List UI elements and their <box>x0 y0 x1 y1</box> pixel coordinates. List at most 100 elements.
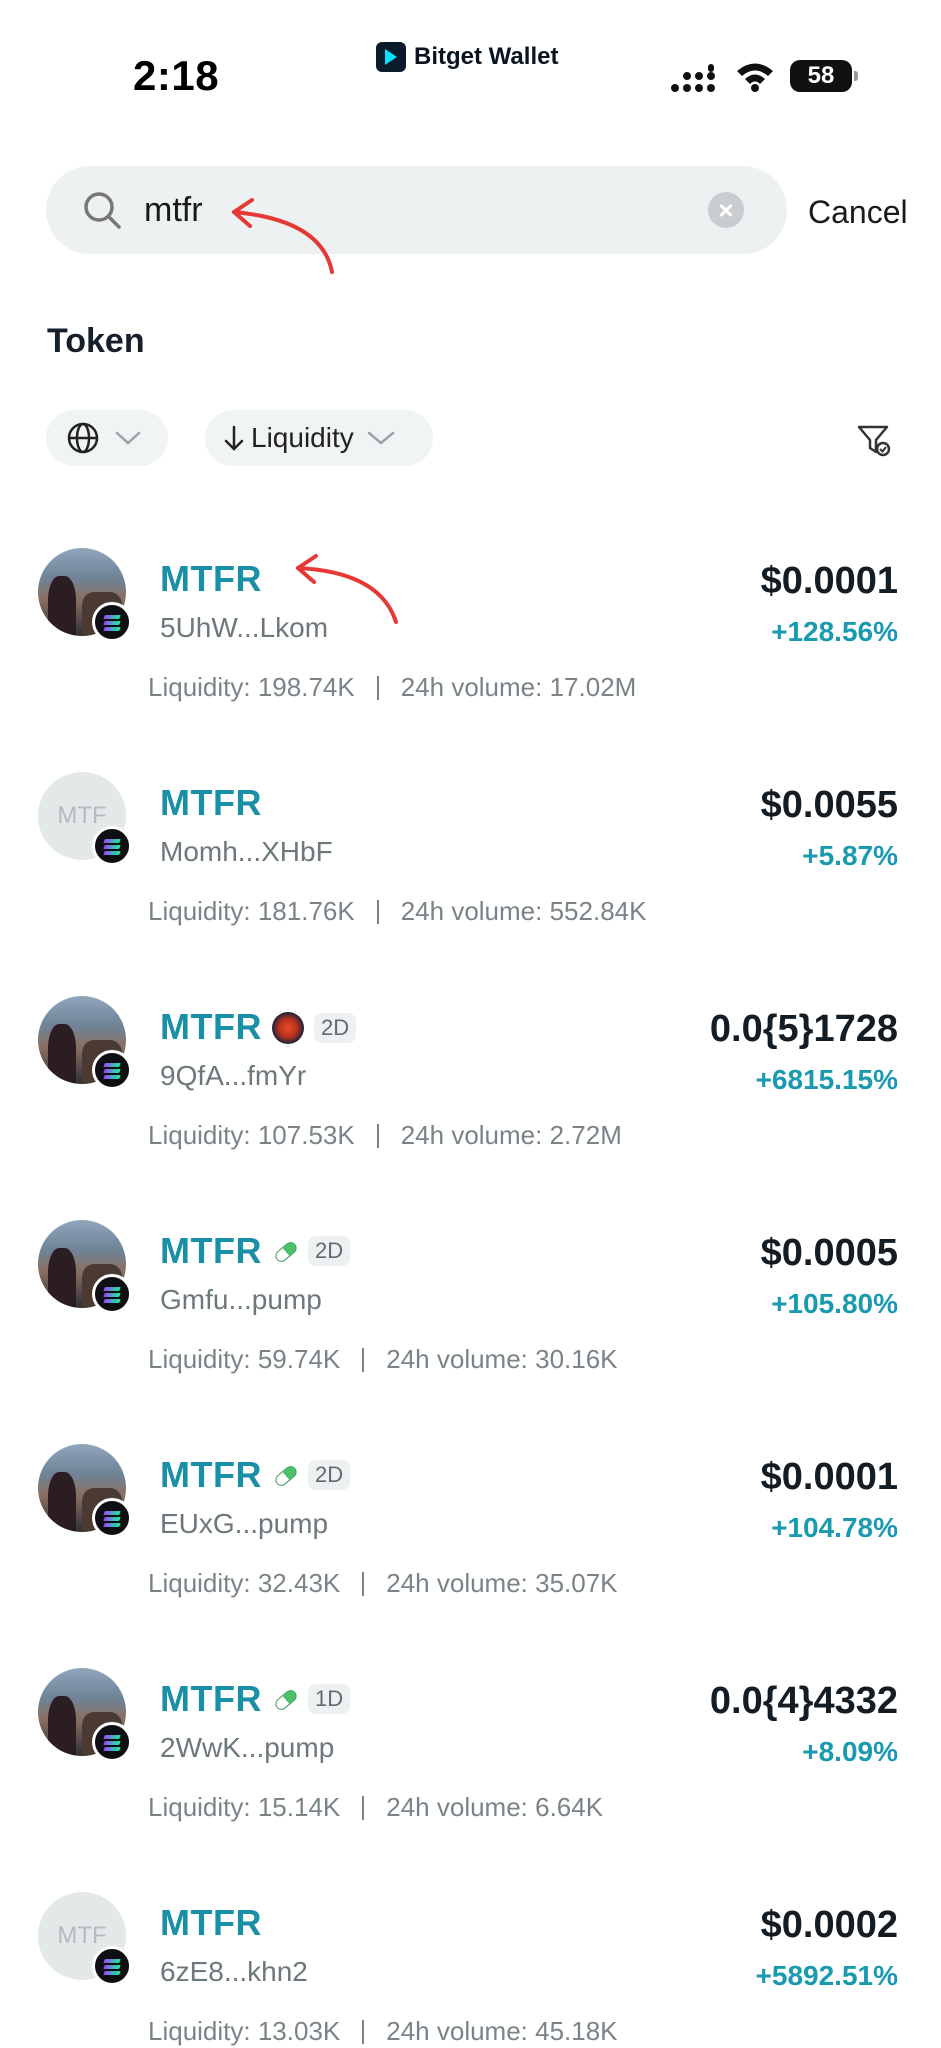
pill-icon <box>272 1462 298 1488</box>
token-volume: 24h volume: 6.64K <box>386 1792 604 1822</box>
token-address: 5UhW...Lkom <box>160 612 329 643</box>
sort-label: Liquidity <box>251 422 354 453</box>
token-age-badge: 2D <box>308 1460 351 1490</box>
token-tags: 1D <box>272 1684 351 1714</box>
token-change: +5892.51% <box>755 1960 898 1991</box>
token-symbol: MTFR <box>160 1230 262 1271</box>
brand-name: Bitget Wallet <box>414 43 559 70</box>
token-address: Gmfu...pump <box>160 1284 322 1315</box>
clear-search-icon[interactable] <box>708 192 744 228</box>
token-volume: 24h volume: 30.16K <box>386 1344 618 1374</box>
token-change: +5.87% <box>802 840 898 871</box>
sort-filter-dropdown[interactable]: Liquidity <box>205 410 433 466</box>
solana-chain-icon <box>92 826 132 866</box>
token-address: 6zE8...khn2 <box>160 1956 308 1987</box>
network-filter-dropdown[interactable] <box>46 410 168 466</box>
token-volume: 24h volume: 45.18K <box>386 2016 618 2046</box>
token-change: +128.56% <box>771 616 898 647</box>
search-input[interactable]: mtfr <box>144 186 203 234</box>
divider <box>362 1571 365 1596</box>
token-symbol: MTFR <box>160 558 262 599</box>
token-price: 0.0{5}1728 <box>709 1008 898 1050</box>
token-price: 0.0{4}4332 <box>709 1680 898 1722</box>
token-change: +8.09% <box>802 1736 898 1767</box>
token-row[interactable]: MTFR 2D EUxG...pump $0.0001 +104.78% Liquidit… <box>0 1416 941 1640</box>
token-row[interactable]: MTFR 5UhW...Lkom $0.0001 +128.56% Liquidity:… <box>0 520 941 744</box>
token-volume: 24h volume: 35.07K <box>386 1568 618 1598</box>
token-row[interactable]: MTFR 1D 2WwK...pump 0.0{4}4332 +8.09% Liquidi… <box>0 1640 941 1864</box>
token-change: +6815.15% <box>755 1064 898 1095</box>
search-bar[interactable]: mtfr <box>46 166 787 254</box>
solana-chain-icon <box>92 1498 132 1538</box>
chevron-down-icon <box>115 431 141 445</box>
status-time: 2:18 <box>133 52 220 99</box>
token-volume: 24h volume: 17.02M <box>400 672 637 702</box>
search-icon <box>84 192 121 229</box>
solana-chain-icon <box>92 1050 132 1090</box>
divider <box>376 899 379 924</box>
token-meta: Liquidity: 13.03K 24h volume: 45.18K <box>148 2016 618 2047</box>
globe-icon <box>67 422 99 454</box>
token-liquidity: Liquidity: 15.14K <box>148 1792 341 1822</box>
token-meta: Liquidity: 198.74K 24h volume: 17.02M <box>148 672 636 703</box>
token-meta: Liquidity: 107.53K 24h volume: 2.72M <box>148 1120 622 1151</box>
token-price: $0.0005 <box>760 1232 898 1274</box>
token-row[interactable]: MTF MTFR 6zE8...khn2 $0.0002 +5892.51% Liquid… <box>0 1864 941 2048</box>
token-age-badge: 2D <box>308 1236 351 1266</box>
token-liquidity: Liquidity: 181.76K <box>148 896 355 926</box>
token-address: Momh...XHbF <box>160 836 333 867</box>
arrow-down-icon <box>224 425 244 451</box>
token-address: EUxG...pump <box>160 1508 329 1539</box>
token-price: $0.0001 <box>760 560 898 602</box>
token-liquidity: Liquidity: 107.53K <box>148 1120 355 1150</box>
token-price: $0.0002 <box>760 1904 898 1946</box>
divider <box>362 1347 365 1372</box>
token-liquidity: Liquidity: 198.74K <box>148 672 355 702</box>
battery-indicator: 58 <box>790 60 858 92</box>
token-change: +104.78% <box>771 1512 898 1543</box>
token-tags: 2D <box>272 1236 351 1266</box>
cellular-signal-icon <box>671 64 715 92</box>
token-age-badge: 2D <box>314 1013 357 1043</box>
token-meta: Liquidity: 181.76K 24h volume: 552.84K <box>148 896 646 927</box>
divider <box>362 1795 365 1820</box>
token-age-badge: 1D <box>308 1684 351 1714</box>
bitget-logo-icon <box>376 42 406 72</box>
token-volume: 24h volume: 2.72M <box>400 1120 622 1150</box>
token-address: 2WwK...pump <box>160 1732 335 1763</box>
pill-icon <box>272 1686 298 1712</box>
token-row[interactable]: MTFR 2D 9QfA...fmYr 0.0{5}1728 +6815.15% Liqu… <box>0 968 941 1192</box>
token-symbol: MTFR <box>160 1454 262 1495</box>
token-symbol: MTFR <box>160 782 262 823</box>
token-row[interactable]: MTF MTFR Momh...XHbF $0.0055 +5.87% Liquidity… <box>0 744 941 968</box>
token-row[interactable]: MTFR 2D Gmfu...pump $0.0005 +105.80% Liquidit… <box>0 1192 941 1416</box>
token-address: 9QfA...fmYr <box>160 1060 307 1091</box>
divider <box>376 1123 379 1148</box>
divider <box>376 675 379 700</box>
token-symbol: MTFR <box>160 1006 262 1047</box>
wifi-icon <box>737 63 773 92</box>
solana-chain-icon <box>92 1274 132 1314</box>
token-liquidity: Liquidity: 32.43K <box>148 1568 341 1598</box>
token-liquidity: Liquidity: 13.03K <box>148 2016 341 2046</box>
token-tags: 2D <box>272 1012 357 1044</box>
solana-chain-icon <box>92 1946 132 1986</box>
launchpad-icon <box>272 1012 304 1044</box>
filter-icon[interactable] <box>856 422 892 458</box>
status-bar: 2:18 Bitget Wallet 58 <box>0 0 941 120</box>
token-price: $0.0001 <box>760 1456 898 1498</box>
token-change: +105.80% <box>771 1288 898 1319</box>
token-meta: Liquidity: 32.43K 24h volume: 35.07K <box>148 1568 618 1599</box>
section-title: Token <box>47 322 145 360</box>
pill-icon <box>272 1238 298 1264</box>
token-liquidity: Liquidity: 59.74K <box>148 1344 341 1374</box>
cancel-button[interactable]: Cancel <box>808 194 908 231</box>
token-price: $0.0055 <box>760 784 898 826</box>
solana-chain-icon <box>92 1722 132 1762</box>
token-meta: Liquidity: 59.74K 24h volume: 30.16K <box>148 1344 618 1375</box>
brand: Bitget Wallet <box>376 42 558 72</box>
token-symbol: MTFR <box>160 1902 262 1943</box>
token-symbol: MTFR <box>160 1678 262 1719</box>
token-volume: 24h volume: 552.84K <box>400 896 647 926</box>
token-meta: Liquidity: 15.14K 24h volume: 6.64K <box>148 1792 603 1823</box>
